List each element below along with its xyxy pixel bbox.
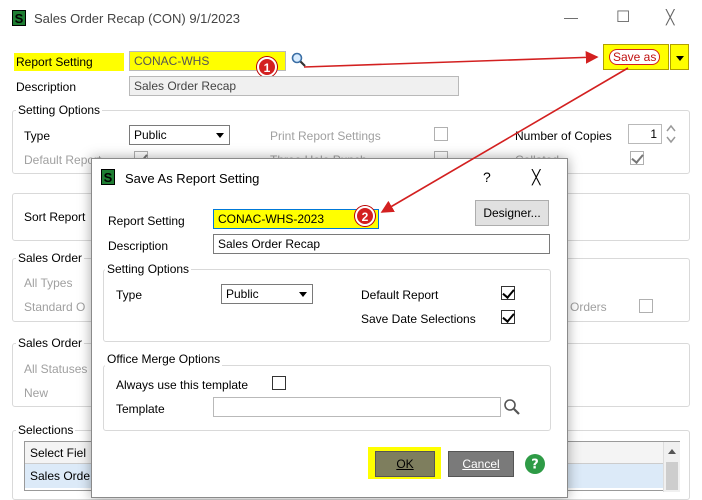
arrow-to-dialog-field	[380, 67, 629, 213]
arrow-to-save-as	[303, 50, 599, 68]
annotation-arrows	[303, 50, 629, 213]
